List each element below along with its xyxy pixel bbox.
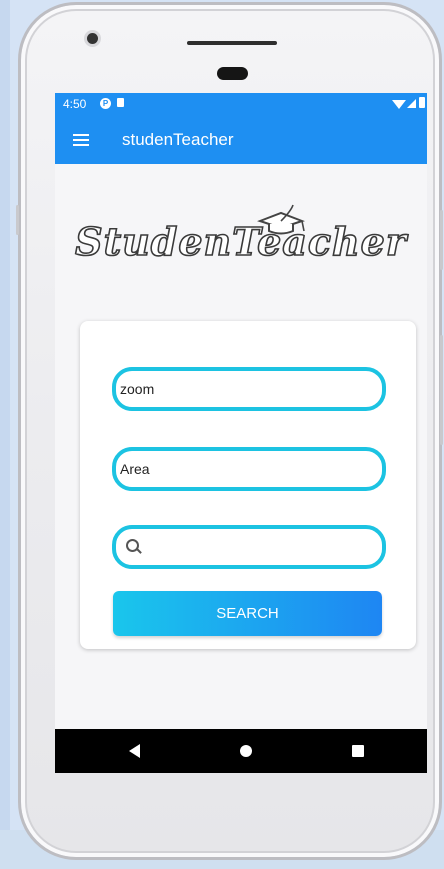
svg-text:StudenTeacher: StudenTeacher: [75, 219, 409, 264]
home-icon[interactable]: [240, 745, 252, 757]
phone-screen: 4:50 P studenTeacher StudenTeacher zoom …: [55, 93, 427, 773]
recents-icon[interactable]: [352, 745, 364, 757]
subject-field[interactable]: [112, 367, 386, 411]
battery-icon: [419, 97, 425, 108]
phone-frame: 4:50 P studenTeacher StudenTeacher zoom …: [16, 2, 443, 860]
proximity-sensor: [217, 67, 248, 80]
sd-card-icon: [117, 98, 124, 107]
app-bar: studenTeacher: [55, 116, 427, 164]
system-nav-bar: [55, 729, 427, 773]
phone-side-button: [16, 205, 19, 235]
search-icon: [126, 539, 139, 552]
notification-icon: P: [100, 98, 111, 109]
search-input[interactable]: [146, 529, 366, 565]
back-icon[interactable]: [129, 744, 140, 758]
speaker-grille: [187, 41, 277, 45]
background-strip: [0, 0, 10, 869]
area-input[interactable]: [120, 451, 360, 487]
phone-volume-button: [440, 210, 443, 270]
search-button[interactable]: SEARCH: [113, 591, 382, 636]
status-bar: 4:50 P: [55, 93, 427, 116]
studenteacher-logo: StudenTeacher: [74, 204, 409, 265]
search-field[interactable]: [112, 525, 386, 569]
hamburger-menu-icon[interactable]: [73, 134, 89, 147]
area-field[interactable]: [112, 447, 386, 491]
status-time: 4:50: [63, 97, 87, 111]
subject-input[interactable]: [120, 371, 360, 407]
search-form-card: SEARCH: [80, 321, 416, 649]
wifi-icon: [392, 100, 406, 109]
app-title: studenTeacher: [122, 130, 234, 149]
front-camera: [87, 33, 98, 44]
signal-icon: [407, 99, 416, 108]
phone-power-button: [440, 335, 443, 445]
